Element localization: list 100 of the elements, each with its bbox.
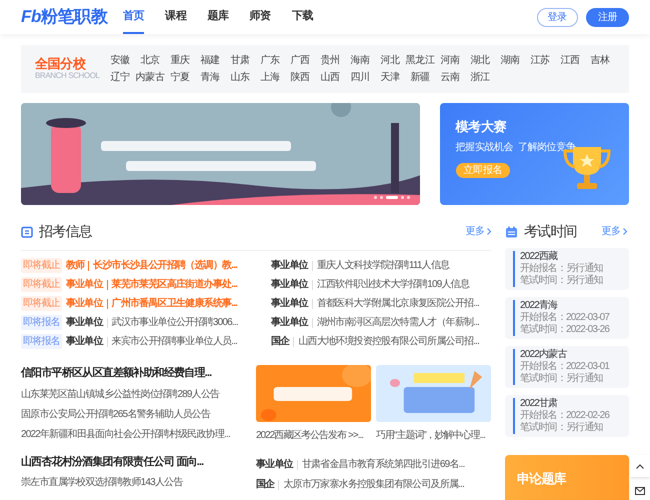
exam-date: 笔试时间：另行通知	[520, 422, 604, 434]
news-link[interactable]: 重庆人文科技学院招聘111人信息	[316, 258, 450, 273]
news-link[interactable]: 江西软件职业技术大学招聘109人信息	[316, 277, 470, 292]
exam-date: 笔试时间：另行通知	[520, 275, 603, 287]
register-button[interactable]: 注册	[586, 8, 629, 26]
province-link[interactable]: 上海	[255, 70, 285, 85]
province-link[interactable]: 山东	[225, 70, 255, 85]
province-link[interactable]: 安徽	[105, 53, 135, 68]
province-link[interactable]: 云南	[435, 70, 465, 85]
news-link[interactable]: 崇左市直属学校双选招聘教师143人公告	[21, 475, 256, 490]
province-link[interactable]: 贵州	[315, 53, 345, 68]
signup-date: 开始报名：2022-03-01	[520, 361, 610, 372]
exam-name: 2022西藏	[520, 251, 558, 262]
exam-card[interactable]: 2022西藏 开始报名：另行通知 笔试时间：另行通知	[505, 248, 629, 290]
province-link[interactable]: 宁夏	[165, 70, 195, 85]
exam-name: 2022甘肃	[520, 398, 558, 410]
province-link[interactable]: 甘肃	[225, 53, 255, 68]
province-link[interactable]: 青海	[195, 70, 225, 85]
province-link[interactable]: 广西	[285, 53, 315, 68]
province-link[interactable]: 四川	[345, 70, 375, 85]
card-title: 申论题库	[517, 471, 566, 486]
nav-tab[interactable]: 师资	[250, 0, 271, 34]
province-link[interactable]: 天津	[375, 70, 405, 85]
exam-name: 2022内蒙古	[520, 349, 568, 360]
province-link[interactable]: 福建	[195, 53, 225, 68]
back-to-top-button[interactable]	[630, 455, 650, 477]
exam-name: 2022青海	[520, 300, 559, 312]
nav-tab[interactable]: 题库	[207, 0, 229, 34]
news-link[interactable]: 2022年新疆和田县面向社会公开招聘村级民政协理...	[21, 426, 256, 442]
category-label: 事业单位	[66, 334, 103, 349]
news-link[interactable]: 首都医科大学附属北京康复医院公开招...	[316, 296, 480, 311]
province-link[interactable]: 重庆	[165, 53, 195, 68]
exam-card[interactable]: 2022甘肃 开始报名：2022-02-26 笔试时间：另行通知	[505, 395, 629, 437]
calendar-icon	[21, 226, 33, 238]
province-link[interactable]: 陕西	[285, 70, 315, 85]
province-link[interactable]: 海南	[345, 53, 375, 68]
province-link[interactable]: 湖南	[495, 53, 525, 68]
province-link[interactable]: 辽宁	[105, 70, 135, 85]
province-link[interactable]: 北京	[135, 53, 165, 68]
chevron-right-icon	[623, 228, 627, 235]
nav-tab[interactable]: 下载	[292, 0, 314, 34]
province-link[interactable]: 新疆	[405, 70, 435, 85]
chevron-up-icon	[636, 464, 644, 468]
headline-link[interactable]: 信阳市平桥区从区直差额补助和经费自理...	[21, 365, 256, 382]
category-label: 事业单位	[271, 278, 308, 292]
exam-date: 笔试时间：2022-03-26	[520, 324, 610, 336]
category-label: 事业单位	[271, 258, 308, 273]
signup-date: 开始报名：另行通知	[520, 263, 603, 274]
news-link[interactable]: 武汉市事业单位公开招聘3006...	[112, 315, 238, 330]
signup-date: 开始报名：2022-02-26	[520, 410, 610, 422]
exam-card[interactable]: 2022青海 开始报名：2022-03-07 笔试时间：2022-03-26	[505, 297, 629, 339]
message-button[interactable]	[630, 480, 650, 500]
category-label: 教师	[66, 258, 84, 273]
category-label: 事业单位	[271, 316, 308, 330]
news-link[interactable]: 太原市万家寨水务控股集团有限公司及所属...	[283, 477, 464, 492]
category-label: 事业单位	[66, 316, 103, 330]
province-link[interactable]: 湖北	[465, 53, 495, 68]
category-label: 国企	[256, 478, 274, 492]
calendar-icon	[505, 226, 518, 238]
headline-link[interactable]: 山西杏花村汾酒集团有限责任公司 面向...	[21, 454, 256, 470]
province-link[interactable]: 江苏	[525, 53, 555, 68]
status-badge: 即将截止	[21, 296, 62, 311]
province-link[interactable]: 江西	[555, 53, 585, 68]
promo-title: 模考大赛	[456, 118, 506, 136]
status-badge: 即将报名	[21, 334, 62, 349]
exam-date: 笔试时间：另行通知	[520, 373, 604, 385]
news-link[interactable]: 甘肃省金昌市教育系统第四批引进69名...	[302, 457, 464, 472]
news-link[interactable]: 来宾市公开招聘事业单位人员...	[112, 334, 238, 349]
chevron-right-icon	[487, 228, 491, 235]
news-link[interactable]: 湖州市南浔区高层次特需人才（年薪制...	[316, 315, 480, 330]
category-label: 事业单位	[66, 278, 103, 292]
category-label: 事业单位	[271, 296, 308, 311]
section-title: 招考信息	[39, 222, 92, 241]
login-button[interactable]: 登录	[536, 8, 578, 26]
branch-title: 全国分校	[35, 57, 87, 71]
thumbnail-caption[interactable]: 巧用“主题词”，妙解中心理...	[376, 428, 485, 443]
province-link[interactable]: 浙江	[465, 70, 495, 85]
category-label: 事业单位	[256, 458, 293, 472]
news-link[interactable]: 固原市公安局公开招聘265名警务辅助人员公告	[21, 406, 256, 422]
province-link[interactable]: 内蒙古	[135, 70, 165, 85]
news-link[interactable]: 山西大地环境投资控股有限公司所属公司招...	[298, 334, 480, 349]
logo[interactable]: Fb粉笔职教	[21, 4, 121, 30]
province-link[interactable]: 广东	[255, 53, 285, 68]
status-badge: 即将截止	[21, 277, 62, 292]
exam-card[interactable]: 2022内蒙古 开始报名：2022-03-01 笔试时间：另行通知	[505, 346, 629, 388]
signup-date: 开始报名：2022-03-07	[520, 312, 610, 324]
status-badge: 即将报名	[21, 315, 62, 330]
province-link[interactable]: 吉林	[585, 53, 615, 68]
thumbnail-caption[interactable]: 2022西藏区考公告发布 >>...	[256, 428, 364, 443]
branch-subtitle: BRANCH SCHOOL	[35, 71, 101, 81]
province-link[interactable]: 河北	[375, 53, 405, 68]
nav-tab[interactable]: 首页	[123, 0, 144, 34]
province-link[interactable]: 山西	[315, 70, 345, 85]
category-label: 事业单位	[66, 296, 103, 311]
status-badge: 即将截止	[21, 258, 62, 273]
category-label: 国企	[271, 334, 290, 349]
nav-tab[interactable]: 课程	[165, 0, 186, 34]
province-link[interactable]: 黑龙江	[405, 53, 435, 68]
province-link[interactable]: 河南	[435, 53, 465, 68]
news-link[interactable]: 山东莱芜区苗山镇城乡公益性岗位招聘289人公告	[21, 386, 256, 402]
